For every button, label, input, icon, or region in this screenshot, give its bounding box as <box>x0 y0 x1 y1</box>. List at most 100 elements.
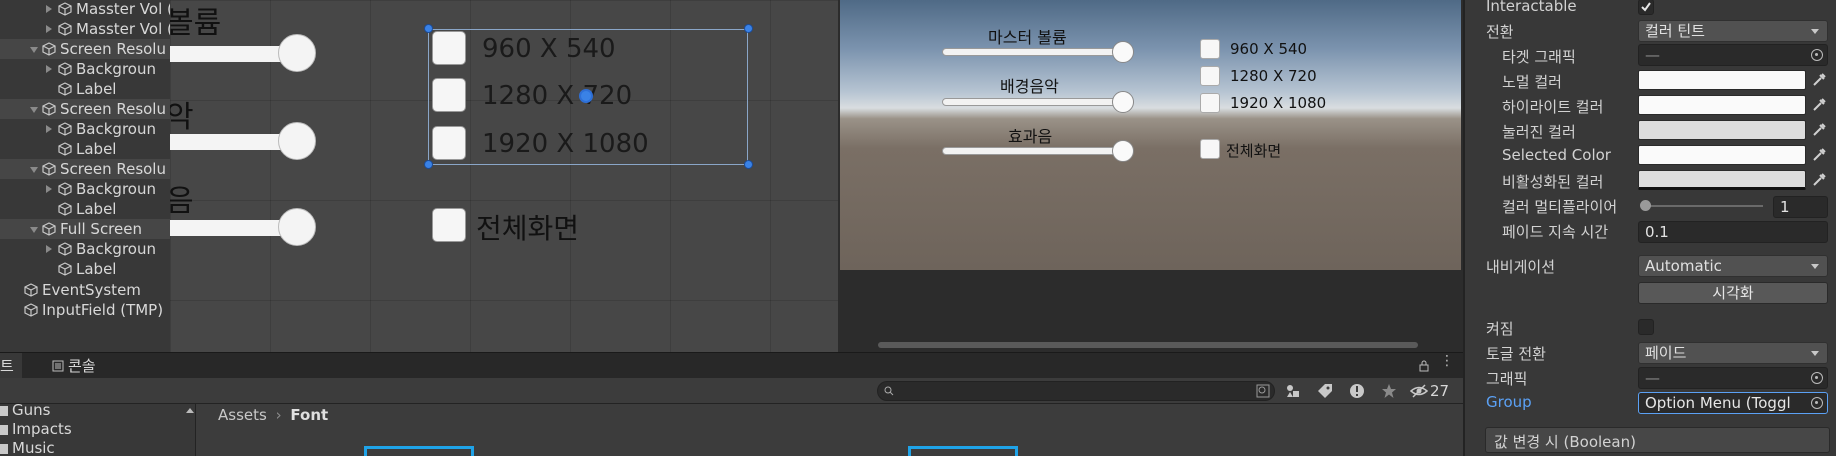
search-options-icon[interactable] <box>1256 384 1270 398</box>
hierarchy-item[interactable]: Masster Vol (2 <box>0 19 170 39</box>
expand-arrow-down-icon[interactable] <box>30 47 38 53</box>
scene-slider-handle-bgm[interactable] <box>278 122 316 160</box>
expand-arrow-right-icon[interactable] <box>46 25 52 33</box>
gameobject-cube-icon <box>42 42 56 56</box>
object-picker-icon[interactable] <box>1811 397 1823 409</box>
breadcrumb-assets[interactable]: Assets <box>218 406 267 424</box>
gameobject-cube-icon <box>42 222 56 236</box>
folder-music[interactable]: Music <box>0 439 55 456</box>
tab-console-label: 콘솔 <box>68 357 96 375</box>
expand-arrow-right-icon[interactable] <box>46 125 52 133</box>
tab-console[interactable]: 콘솔 <box>44 353 104 379</box>
toggle-transition-dropdown[interactable]: 페이드 <box>1638 342 1828 364</box>
expand-arrow-right-icon[interactable] <box>46 185 52 193</box>
eyedropper-icon[interactable] <box>1811 172 1827 188</box>
asset-thumbnail-selected[interactable] <box>364 446 474 456</box>
transition-dropdown[interactable]: 컬러 틴트 <box>1638 20 1828 42</box>
game-slider-handle-master[interactable] <box>1112 41 1134 63</box>
game-horizontal-scrollbar[interactable] <box>878 342 1418 348</box>
hierarchy-item[interactable]: EventSystem <box>0 280 170 300</box>
filter-label-icon[interactable] <box>1316 382 1334 400</box>
scene-toggle-box-1280[interactable] <box>432 78 466 112</box>
game-slider-track-bgm[interactable] <box>942 98 1130 106</box>
scene-slider-handle-master[interactable] <box>278 34 316 72</box>
hierarchy-item[interactable]: Screen Resolu <box>0 99 170 119</box>
hierarchy-item[interactable]: Label <box>0 139 170 159</box>
expand-arrow-right-icon[interactable] <box>46 65 52 73</box>
multiplier-slider-track[interactable] <box>1643 205 1763 207</box>
pressed-color-field[interactable] <box>1638 120 1806 140</box>
visualize-button[interactable]: 시각화 <box>1638 282 1828 304</box>
highlight-color-field[interactable] <box>1638 95 1806 115</box>
hierarchy-item[interactable]: Backgroun <box>0 179 170 199</box>
expand-arrow-right-icon[interactable] <box>46 245 52 253</box>
eyedropper-icon[interactable] <box>1811 97 1827 113</box>
expand-arrow-right-icon[interactable] <box>46 5 52 13</box>
game-toggle-box-1920[interactable] <box>1200 93 1220 113</box>
scroll-up-icon[interactable] <box>186 408 194 413</box>
hierarchy-item[interactable]: Backgroun <box>0 239 170 259</box>
normal-color-field[interactable] <box>1638 70 1806 90</box>
rect-handle-tl[interactable] <box>424 24 433 33</box>
disabled-color-field[interactable] <box>1638 170 1806 190</box>
eyedropper-icon[interactable] <box>1811 122 1827 138</box>
hierarchy-item[interactable]: Label <box>0 259 170 279</box>
hierarchy-item[interactable]: Label <box>0 79 170 99</box>
favorite-star-icon[interactable] <box>1380 382 1398 400</box>
game-slider-handle-bgm[interactable] <box>1112 91 1134 113</box>
scene-view[interactable]: 볼륨 악 음 960 X 540 1280 X 720 1920 X 1080 … <box>170 0 838 352</box>
target-graphic-field[interactable]: — <box>1638 44 1828 66</box>
breadcrumb-font[interactable]: Font <box>290 406 328 424</box>
selected-color-field[interactable] <box>1638 145 1806 165</box>
graphic-field[interactable]: — <box>1638 367 1828 389</box>
expand-arrow-down-icon[interactable] <box>30 107 38 113</box>
game-toggle-box-1280[interactable] <box>1200 66 1220 86</box>
navigation-dropdown[interactable]: Automatic <box>1638 255 1828 277</box>
eyedropper-icon[interactable] <box>1811 72 1827 88</box>
game-view[interactable]: 마스터 볼륨 배경음악 효과음 960 X 540 1280 X 720 192… <box>838 0 1463 352</box>
folder-guns[interactable]: Guns <box>0 404 50 419</box>
hierarchy-item[interactable]: Backgroun <box>0 59 170 79</box>
game-toggle-box-fullscreen[interactable] <box>1200 139 1220 159</box>
game-slider-track-sfx[interactable] <box>942 147 1130 155</box>
tab-project[interactable]: 트 <box>0 353 22 379</box>
folder-impacts[interactable]: Impacts <box>0 420 72 438</box>
hierarchy-item[interactable]: Label <box>0 199 170 219</box>
hierarchy-item[interactable]: Backgroun <box>0 119 170 139</box>
group-field[interactable]: Option Menu (Toggl <box>1638 392 1828 414</box>
game-toggle-box-960[interactable] <box>1200 39 1220 59</box>
filter-type-icon[interactable] <box>1284 382 1302 400</box>
asset-thumbnail-selected[interactable] <box>908 446 1018 456</box>
object-picker-icon[interactable] <box>1811 372 1823 384</box>
scene-toggle-box-960[interactable] <box>432 31 466 65</box>
multiplier-input[interactable]: 1 <box>1773 196 1828 218</box>
project-search-input[interactable] <box>877 381 1275 401</box>
is-on-checkbox[interactable] <box>1638 319 1654 335</box>
hierarchy-item[interactable]: Masster Vol (1 <box>0 0 170 19</box>
hierarchy-item[interactable]: Screen Resolu <box>0 39 170 59</box>
multiplier-slider-handle[interactable] <box>1640 200 1651 211</box>
lock-icon[interactable] <box>1418 360 1430 372</box>
hierarchy-item[interactable]: Screen Resolu <box>0 159 170 179</box>
scene-toggle-box-1920[interactable] <box>432 126 466 160</box>
scene-toggle-box-fullscreen[interactable] <box>432 208 466 242</box>
game-slider-handle-sfx[interactable] <box>1112 140 1134 162</box>
eyedropper-icon[interactable] <box>1811 147 1827 163</box>
kebab-menu-icon[interactable]: ⋮ <box>1440 354 1454 373</box>
warning-filter-icon[interactable] <box>1348 382 1366 400</box>
pivot-icon[interactable] <box>579 89 593 103</box>
interactable-checkbox[interactable] <box>1638 0 1654 15</box>
rect-handle-tr[interactable] <box>744 24 753 33</box>
hierarchy-item[interactable]: Full Screen <box>0 219 170 239</box>
hidden-eye-icon[interactable] <box>1410 382 1428 400</box>
rect-handle-bl[interactable] <box>424 160 433 169</box>
game-slider-track-master[interactable] <box>942 48 1130 56</box>
fade-duration-input[interactable]: 0.1 <box>1638 221 1828 243</box>
expand-arrow-down-icon[interactable] <box>30 167 38 173</box>
hierarchy-item[interactable]: InputField (TMP) <box>0 300 170 320</box>
scene-slider-handle-sfx[interactable] <box>278 208 316 246</box>
expand-arrow-down-icon[interactable] <box>30 227 38 233</box>
gameobject-cube-icon <box>58 262 72 276</box>
object-picker-icon[interactable] <box>1811 49 1823 61</box>
rect-handle-br[interactable] <box>744 160 753 169</box>
